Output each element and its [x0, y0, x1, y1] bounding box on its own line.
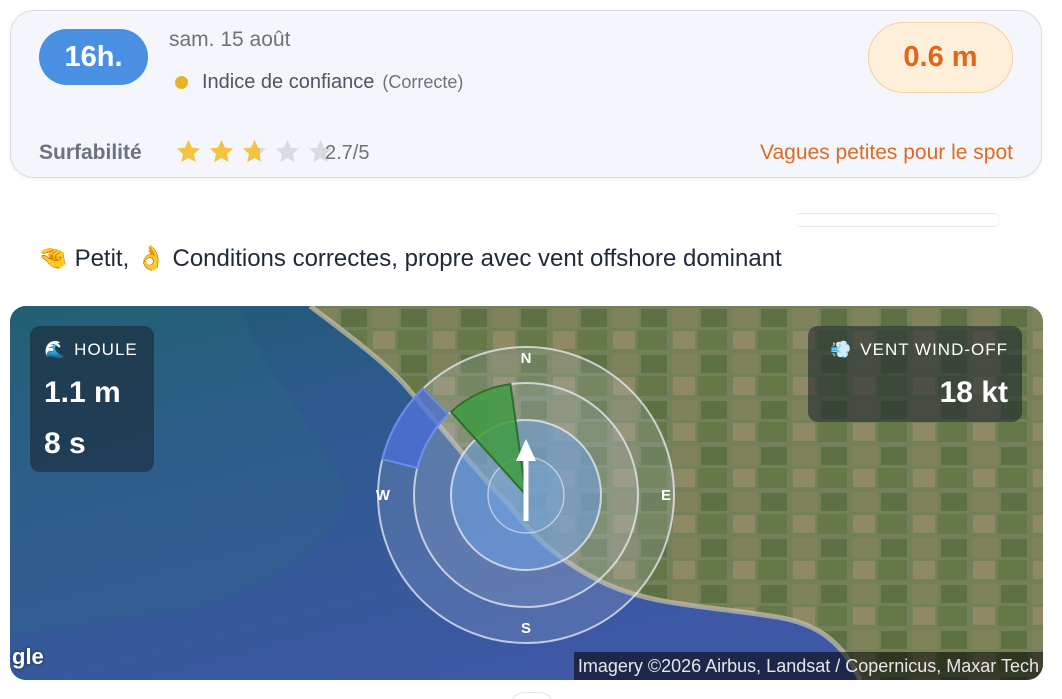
compass-west-label: W — [376, 487, 391, 504]
confidence-level: (Correcte) — [382, 72, 464, 92]
wind-panel: 💨 VENT WIND-OFF 18 kt — [808, 326, 1022, 422]
wind-speed: 18 kt — [939, 376, 1008, 409]
star-icon — [209, 140, 234, 163]
confidence-dot-icon — [175, 76, 188, 89]
surf-forecast-screen: 16h. sam. 15 août Indice de confiance (C… — [0, 0, 1062, 699]
swell-label: HOULE — [74, 340, 138, 359]
forecast-date: sam. 15 août — [169, 28, 291, 51]
swell-period: 8 s — [44, 427, 86, 460]
size-text: Petit, — [74, 245, 130, 272]
compass-east-label: E — [661, 487, 671, 504]
divider — [794, 213, 1000, 227]
swell-title: 🌊 HOULE — [44, 340, 138, 360]
surfability-score: 2.7/5 — [325, 142, 370, 164]
direction-compass: N E S W — [376, 346, 675, 644]
conditions-text: Conditions correctes, propre avec vent o… — [172, 245, 782, 272]
swell-panel: 🌊 HOULE 1.1 m 8 s — [30, 326, 154, 472]
confidence-label: Indice de confiance — [202, 71, 375, 93]
ok-hand-icon: 👌 — [135, 244, 166, 272]
pinch-icon: 🤏 — [38, 244, 68, 272]
wind-label: VENT WIND-OFF — [860, 340, 1008, 359]
satellite-map[interactable]: N E S W 🌊 HOULE 1.1 m 8 s 💨 VENT WIND-OF… — [10, 306, 1043, 680]
star-icon — [275, 140, 300, 163]
swell-height: 1.1 m — [44, 376, 121, 409]
forecast-card[interactable]: 16h. sam. 15 août Indice de confiance (C… — [10, 10, 1042, 178]
star-icon — [242, 140, 267, 163]
confidence-indicator: Indice de confiance (Correcte) — [175, 71, 463, 94]
imagery-attribution: Imagery ©2026 Airbus, Landsat / Copernic… — [573, 652, 1043, 680]
surfability-label: Surfabilité — [39, 141, 142, 164]
wind-title: 💨 VENT WIND-OFF — [830, 340, 1008, 360]
google-logo[interactable]: gle — [12, 644, 44, 670]
wave-icon: 🌊 — [44, 340, 67, 360]
conditions-summary: 🤏 Petit, 👌 Conditions correctes, propre … — [38, 244, 782, 273]
compass-south-label: S — [521, 620, 531, 637]
spot-warning: Vagues petites pour le spot — [760, 141, 1013, 164]
hour-badge: 16h. — [39, 29, 148, 85]
compass-north-label: N — [521, 350, 532, 367]
bottom-handle[interactable] — [510, 692, 554, 699]
wind-icon: 💨 — [830, 340, 853, 360]
star-icon — [176, 140, 201, 163]
surfability-stars — [175, 138, 340, 165]
wave-height-badge: 0.6 m — [868, 22, 1013, 93]
